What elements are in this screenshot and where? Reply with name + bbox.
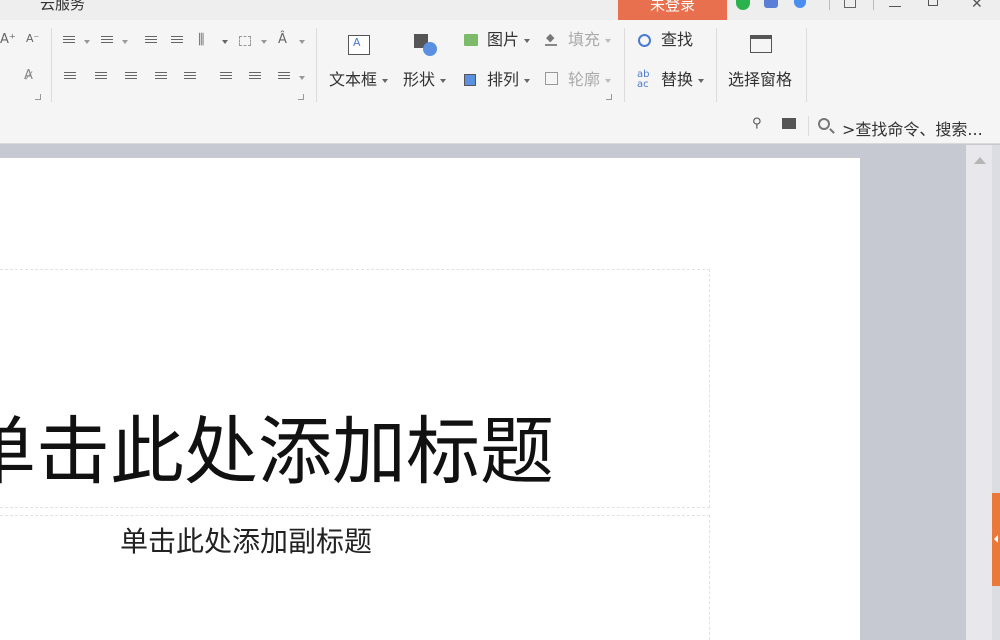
decrease-indent-icon[interactable] bbox=[145, 36, 157, 45]
font-dialog-launcher-icon[interactable] bbox=[35, 94, 41, 100]
text-align-vertical-icon[interactable]: Â bbox=[278, 32, 287, 47]
picture-button[interactable]: 图片 bbox=[487, 30, 531, 50]
divider bbox=[873, 0, 874, 10]
close-icon[interactable]: ✕ bbox=[971, 0, 983, 12]
title-bar: 云服务 未登录 ✕ bbox=[0, 0, 1000, 20]
arrange-button[interactable]: 排列 bbox=[487, 70, 531, 90]
distribute-icon[interactable] bbox=[184, 72, 196, 81]
fill-icon: ◆ bbox=[545, 31, 557, 46]
chevron-down-icon[interactable] bbox=[299, 40, 305, 44]
divider bbox=[808, 116, 809, 136]
search-icon[interactable] bbox=[818, 118, 830, 130]
ribbon-toolbar: A⁺ A⁻ A̷ ⫼ Â A 文本框 形状 图片 排列 ◆ 填充 轮廓 查找 a… bbox=[0, 20, 1000, 144]
chevron-down-icon[interactable] bbox=[122, 40, 128, 44]
para-indent-icon[interactable] bbox=[278, 72, 290, 81]
selection-pane-icon[interactable] bbox=[750, 35, 772, 53]
textbox-button[interactable]: 文本框 bbox=[329, 70, 389, 90]
columns-icon[interactable] bbox=[239, 36, 251, 46]
title-placeholder-box[interactable]: 单击此处添加标题 bbox=[0, 269, 710, 508]
divider bbox=[806, 28, 807, 102]
divider bbox=[316, 28, 317, 102]
subtitle-placeholder-box[interactable]: 单击此处添加副标题 bbox=[0, 515, 710, 640]
pin-icon[interactable]: ⚲ bbox=[752, 116, 762, 131]
align-left-icon[interactable] bbox=[64, 72, 76, 81]
paragraph-spacing-icon[interactable] bbox=[249, 72, 261, 81]
find-button[interactable]: 查找 bbox=[661, 30, 693, 50]
paragraph-dialog-launcher-icon[interactable] bbox=[298, 94, 304, 100]
title-placeholder-text[interactable]: 单击此处添加标题 bbox=[0, 412, 554, 492]
help-icon[interactable] bbox=[794, 0, 806, 8]
grow-font-icon[interactable]: A⁺ bbox=[0, 32, 16, 47]
find-icon[interactable] bbox=[638, 34, 651, 47]
outline-icon bbox=[545, 72, 558, 85]
command-search-input[interactable]: >查找命令、搜索... bbox=[842, 116, 983, 140]
divider bbox=[829, 0, 830, 10]
picture-icon[interactable] bbox=[464, 34, 478, 46]
divider bbox=[624, 28, 625, 102]
minimize-icon[interactable] bbox=[889, 6, 901, 7]
shape-button[interactable]: 形状 bbox=[403, 70, 447, 90]
shape-circle-icon bbox=[423, 42, 437, 56]
login-button[interactable]: 未登录 bbox=[618, 0, 727, 20]
text-direction-icon[interactable]: ⫼ bbox=[198, 32, 204, 48]
increase-indent-icon[interactable] bbox=[171, 36, 183, 45]
slide-workspace: 单击此处添加标题 单击此处添加副标题 bbox=[0, 145, 966, 640]
fill-button[interactable]: 填充 bbox=[568, 30, 612, 50]
divider bbox=[51, 28, 52, 102]
justify-icon[interactable] bbox=[155, 72, 167, 81]
cloud-service-label[interactable]: 云服务 bbox=[40, 0, 85, 14]
scroll-up-icon[interactable] bbox=[974, 157, 986, 164]
restore-icon[interactable] bbox=[928, 0, 938, 6]
insert-dialog-launcher-icon[interactable] bbox=[606, 94, 612, 100]
bullet-list-icon[interactable] bbox=[63, 36, 75, 45]
side-panel-toggle[interactable] bbox=[992, 493, 1000, 586]
numbered-list-icon[interactable] bbox=[101, 36, 113, 45]
scrollbar-track[interactable] bbox=[966, 145, 992, 640]
shrink-font-icon[interactable]: A⁻ bbox=[26, 32, 39, 45]
textbox-icon[interactable]: A bbox=[348, 35, 370, 55]
chevron-down-icon[interactable] bbox=[222, 40, 228, 44]
share-icon[interactable] bbox=[844, 0, 856, 8]
comment-icon[interactable] bbox=[782, 118, 796, 129]
chevron-down-icon[interactable] bbox=[84, 40, 90, 44]
clear-format-icon[interactable]: A̷ bbox=[24, 68, 33, 83]
shield-icon[interactable] bbox=[736, 0, 750, 10]
chevron-down-icon[interactable] bbox=[299, 76, 305, 80]
align-center-icon[interactable] bbox=[95, 72, 107, 81]
divider bbox=[716, 28, 717, 102]
align-right-icon[interactable] bbox=[125, 72, 137, 81]
replace-icon[interactable]: ab ac bbox=[637, 70, 649, 90]
chevron-down-icon[interactable] bbox=[261, 40, 267, 44]
skin-icon[interactable] bbox=[764, 0, 778, 8]
replace-button[interactable]: 替换 bbox=[661, 70, 705, 90]
slide-canvas[interactable]: 单击此处添加标题 单击此处添加副标题 bbox=[0, 158, 860, 640]
arrange-icon[interactable] bbox=[464, 74, 476, 86]
subtitle-placeholder-text[interactable]: 单击此处添加副标题 bbox=[120, 524, 372, 560]
line-spacing-icon[interactable] bbox=[220, 72, 232, 81]
selection-pane-button[interactable]: 选择窗格 bbox=[728, 70, 792, 90]
outline-button[interactable]: 轮廓 bbox=[568, 70, 612, 90]
